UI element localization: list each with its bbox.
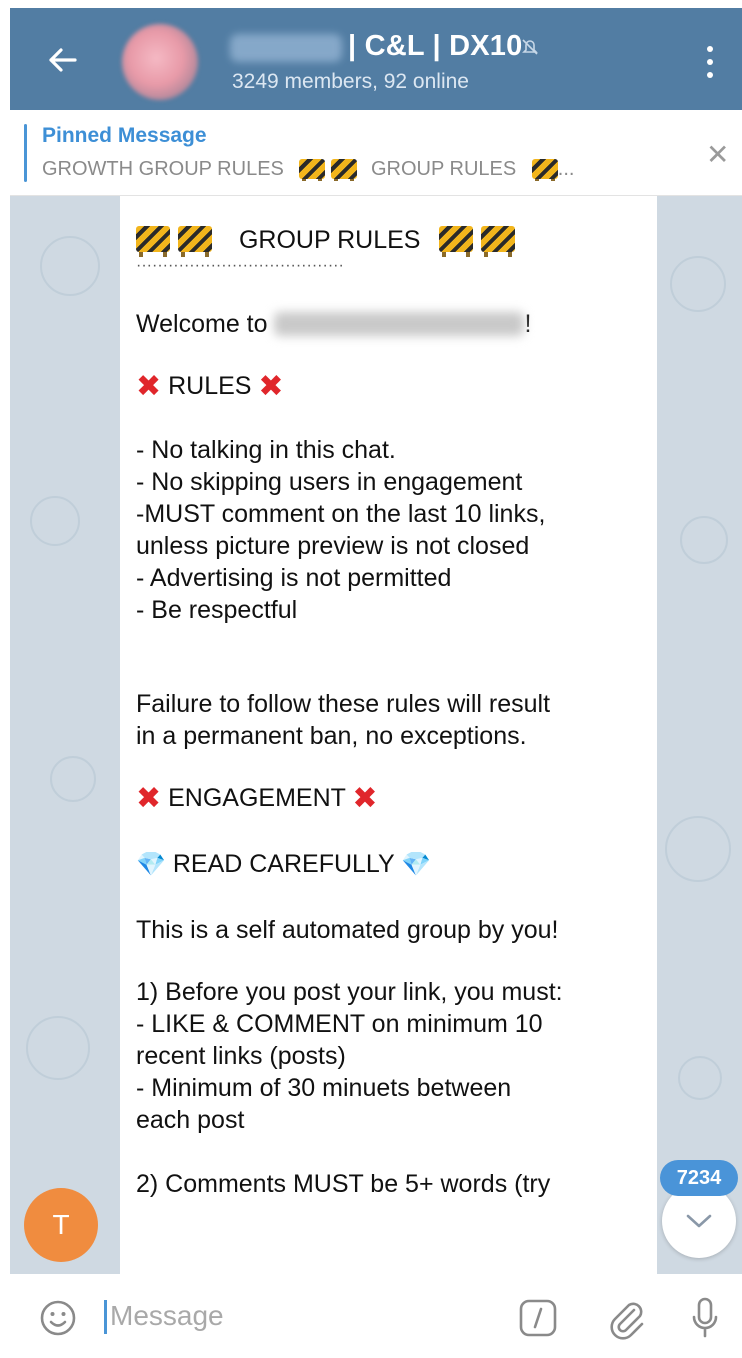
rule-item: -MUST comment on the last 10 links, [136,500,546,528]
step1-line: each post [136,1106,245,1134]
more-vertical-icon[interactable] [700,42,720,82]
microphone-button[interactable] [690,1296,720,1340]
failure-line: in a permanent ban, no exceptions. [136,722,527,750]
self-automated-text: This is a self automated group by you! [136,916,559,944]
background-doodle [680,516,728,564]
background-doodle [40,236,100,296]
welcome-line: Welcome to ! [136,308,641,340]
arrow-left-icon [49,48,77,72]
construction-icon [531,159,558,181]
sender-avatar[interactable]: T [24,1188,98,1262]
engagement-title: ENGAGEMENT [168,784,346,812]
read-carefully-line: 💎 READ CAREFULLY 💎 [136,848,641,880]
construction-icon [481,226,516,257]
message-input[interactable] [110,1296,490,1336]
attach-button[interactable] [604,1296,648,1340]
microphone-icon [692,1297,718,1338]
background-doodle [678,1056,722,1100]
background-doodle [50,756,96,802]
rules-heading: GROUP RULES [238,226,421,254]
smile-icon [40,1300,76,1336]
pinned-preview: GROWTH GROUP RULES GROUP RULES ... [42,158,662,181]
cross-mark-icon: ✖ [136,782,162,815]
construction-icon [178,226,212,257]
heading-line: GROUP RULES [136,224,641,257]
pinned-accent-bar [24,124,27,182]
pinned-preview-part2: GROUP RULES [371,158,517,180]
separator-dots: ······································· [136,257,344,274]
pinned-preview-ellipsis: ... [557,158,575,180]
engagement-title-line: ✖ ENGAGEMENT ✖ [136,782,641,815]
rules-title: RULES [168,372,252,400]
step1-line: recent links (posts) [136,1042,346,1070]
read-carefully-text: READ CAREFULLY [172,850,395,878]
rule-item: unless picture preview is not closed [136,532,530,560]
cross-mark-icon: ✖ [352,782,378,815]
rules-title-line: ✖ RULES ✖ [136,370,641,403]
step2-line: 2) Comments MUST be 5+ words (try [136,1170,551,1198]
gem-icon: 💎 [136,851,166,878]
message-text: GROUP RULES ····························… [136,224,641,1200]
gem-icon: 💎 [401,851,432,878]
paperclip-icon [610,1302,644,1340]
cross-mark-icon: ✖ [258,370,284,403]
message-input-bar [0,1274,742,1358]
background-doodle [665,816,731,882]
rule-item: - Be respectful [136,596,298,624]
background-doodle [26,1016,90,1080]
step1-line: - Minimum of 30 minuets between [136,1074,512,1102]
construction-icon [299,159,326,181]
unread-count-badge[interactable]: 7234 [660,1160,738,1196]
step1-line: - LIKE & COMMENT on minimum 10 [136,1010,543,1038]
close-icon[interactable]: ✕ [706,138,729,171]
group-avatar[interactable] [122,24,198,100]
pinned-message-bar[interactable]: Pinned Message GROWTH GROUP RULES GROUP … [10,110,742,196]
chat-header: | C&L | DX10 3249 members, 92 online [10,8,742,110]
rule-item: - No talking in this chat. [136,436,396,464]
background-doodle [670,256,726,312]
chat-subtitle: 3249 members, 92 online [232,70,469,93]
slash-command-icon [519,1299,557,1337]
back-button[interactable] [40,38,84,82]
emoji-button[interactable] [38,1298,78,1338]
text-cursor [104,1300,107,1334]
welcome-suffix: ! [524,310,532,338]
construction-icon [331,159,358,181]
rule-item: - Advertising is not permitted [136,564,452,592]
blurred-group-name [274,312,525,336]
cross-mark-icon: ✖ [136,370,162,403]
blurred-group-name [230,34,342,62]
welcome-prefix: Welcome to [136,310,268,338]
construction-icon [439,226,474,257]
message-bubble[interactable]: GROUP RULES ····························… [120,196,657,1274]
failure-line: Failure to follow these rules will resul… [136,690,551,718]
step1-line: 1) Before you post your link, you must: [136,978,563,1006]
background-doodle [30,496,80,546]
bot-command-button[interactable] [518,1298,558,1338]
pinned-title: Pinned Message [42,124,207,147]
construction-icon [136,226,170,257]
chevron-down-icon [686,1214,712,1228]
rule-item: - No skipping users in engagement [136,468,523,496]
pinned-preview-part1: GROWTH GROUP RULES [42,158,284,180]
muted-bell-icon [522,39,538,55]
chat-title[interactable]: | C&L | DX10 [348,30,522,63]
status-area [0,0,742,8]
